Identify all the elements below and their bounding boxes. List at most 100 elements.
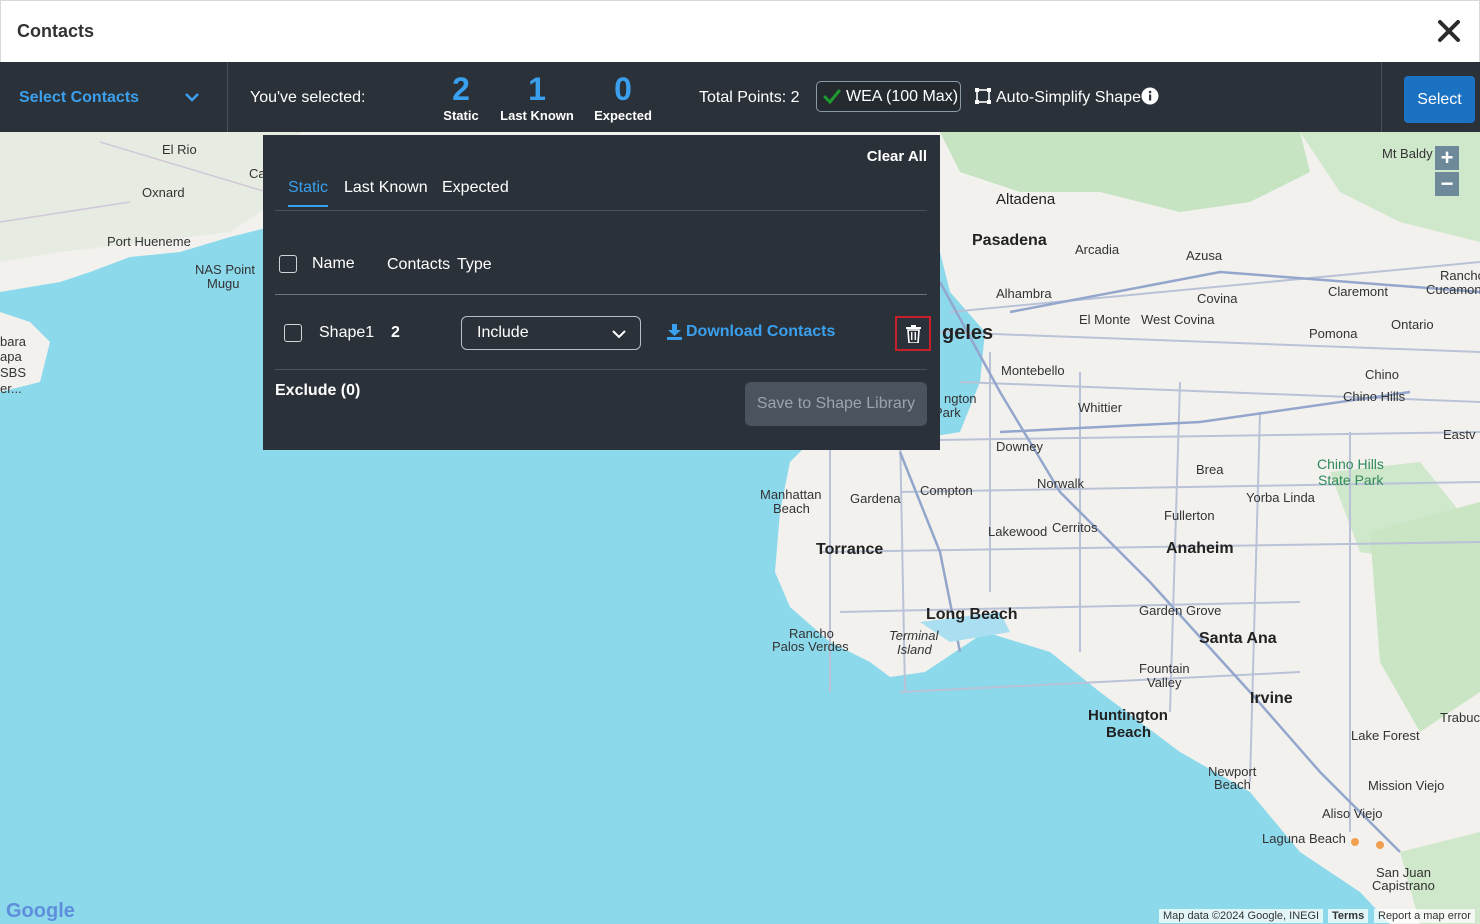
expected-count-label: Expected (594, 108, 652, 123)
tab-expected[interactable]: Expected (442, 179, 509, 205)
map-label: Anaheim (1166, 540, 1234, 557)
map-label: apa (0, 349, 22, 364)
column-header-contacts: Contacts (387, 256, 451, 273)
last-known-count-label: Last Known (500, 108, 574, 123)
row-checkbox[interactable] (284, 324, 302, 342)
map-label: bara (0, 334, 27, 349)
map-label: Manhattan (760, 487, 822, 502)
dialog-titlebar: Contacts (0, 0, 1480, 62)
select-button[interactable]: Select (1404, 76, 1475, 123)
auto-simplify-label: Auto-Simplify Shape (996, 89, 1141, 106)
select-contacts-dropdown[interactable]: Select Contacts (0, 62, 228, 132)
map-label: Pasadena (972, 232, 1047, 249)
map-label: Terminal (889, 628, 939, 643)
column-header-name: Name (312, 255, 355, 272)
tab-static[interactable]: Static (288, 179, 329, 207)
download-contacts-label: Download Contacts (686, 323, 836, 340)
map-label: Norwalk (1037, 476, 1084, 491)
zoom-out-button[interactable]: − (1435, 171, 1459, 196)
map-label: Eastv (1443, 427, 1476, 442)
dialog-title: Contacts (17, 21, 95, 41)
save-to-shape-library-button[interactable]: Save to Shape Library (745, 382, 927, 426)
map-label: Garden Grove (1139, 603, 1222, 618)
map-label: Rancho (1440, 268, 1480, 283)
map-label: Downey (996, 439, 1043, 454)
map-label: Arcadia (1075, 242, 1120, 257)
map-label: Gardena (850, 491, 901, 506)
chevron-down-icon (612, 330, 626, 339)
map-label: Brea (1196, 462, 1224, 477)
select-contacts-label: Select Contacts (19, 89, 140, 106)
map-label: NAS Point (195, 262, 255, 277)
wea-toggle[interactable]: WEA (100 Max) (816, 81, 961, 112)
map-label: geles (942, 322, 994, 344)
map-label: Alhambra (996, 286, 1052, 301)
map-label: Claremont (1328, 284, 1388, 299)
map-label: Chino (1365, 367, 1399, 382)
map-label: El Rio (162, 142, 197, 157)
zoom-in-button[interactable]: + (1435, 145, 1459, 170)
row-name: Shape1 (319, 324, 375, 341)
type-select-value: Include (477, 324, 529, 341)
expected-count-value: 0 (614, 71, 632, 107)
delete-row-button[interactable] (895, 316, 931, 351)
map-label: Ontario (1391, 317, 1434, 332)
map-label: Yorba Linda (1246, 490, 1315, 505)
close-icon[interactable] (1435, 17, 1463, 45)
map-label: Palos Verdes (772, 639, 849, 654)
map-data-attribution: Map data ©2024 Google, INEGI (1159, 909, 1324, 923)
select-all-checkbox[interactable] (279, 255, 297, 273)
map-label: Laguna Beach (1262, 831, 1346, 846)
map-label: Lakewood (988, 524, 1048, 539)
info-icon[interactable] (1141, 87, 1159, 105)
selection-toolbar: Select Contacts You've selected: 2 Stati… (0, 62, 1480, 132)
map-label: West Covina (1141, 312, 1215, 327)
type-select[interactable]: Include (461, 316, 641, 350)
map-label: Fullerton (1164, 508, 1215, 523)
trash-icon (906, 325, 921, 343)
map-label: Irvine (1250, 690, 1293, 707)
map-label: Beach (1214, 777, 1251, 792)
map-label: El Monte (1079, 312, 1131, 327)
map-label: er... (0, 381, 22, 396)
map-label: Covina (1197, 291, 1238, 306)
map-label: SBS (0, 365, 27, 380)
terms-link[interactable]: Terms (1328, 909, 1369, 923)
map-label: Torrance (816, 541, 884, 558)
map-label: Capistrano (1372, 878, 1435, 893)
static-count-label: Static (443, 108, 479, 123)
map-label: Island (897, 642, 932, 657)
table-row: Shape1 2 Include Download Contacts (275, 296, 931, 370)
map-label: Valley (1147, 675, 1182, 690)
report-map-error-link[interactable]: Report a map error (1374, 909, 1475, 923)
chevron-down-icon (185, 93, 199, 102)
map-label: Beach (773, 501, 810, 516)
map-label: Mt Baldy (1382, 146, 1433, 161)
map-label: ngton (944, 391, 977, 406)
static-count-value: 2 (452, 71, 470, 107)
clear-all-button[interactable]: Clear All (867, 148, 927, 165)
shape-simplify-icon (975, 88, 991, 104)
map-label: Whittier (1078, 400, 1123, 415)
map-label: Port Hueneme (107, 234, 191, 249)
map-label: Long Beach (926, 606, 1018, 623)
map-label: Pomona (1309, 326, 1358, 341)
map-label: Beach (1106, 724, 1152, 741)
map-label: Huntington (1088, 707, 1168, 724)
map-label: Altadena (996, 191, 1056, 208)
column-header-type: Type (457, 256, 492, 273)
last-known-count-value: 1 (528, 71, 546, 107)
map-label: Mugu (207, 276, 240, 291)
tab-last-known[interactable]: Last Known (344, 179, 428, 205)
map-label: Azusa (1186, 248, 1223, 263)
map-label: Lake Forest (1351, 728, 1420, 743)
map-label: Cerritos (1052, 520, 1098, 535)
map-label: Trabuco (1440, 710, 1480, 725)
row-contacts-count: 2 (391, 324, 400, 341)
static-count: 2 Static (436, 72, 486, 123)
map-label: Montebello (1001, 363, 1065, 378)
map-label: Compton (920, 483, 973, 498)
last-known-count: 1 Last Known (497, 72, 577, 123)
map-label: Chino Hills (1317, 456, 1384, 472)
expected-count: 0 Expected (588, 72, 658, 123)
